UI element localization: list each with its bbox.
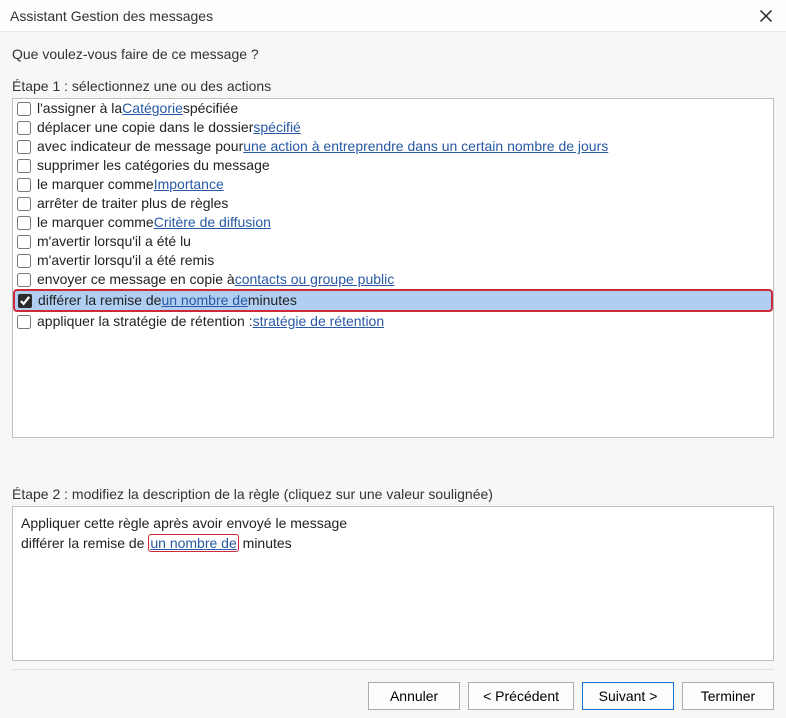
action-text-9-0: envoyer ce message en copie à — [37, 270, 235, 289]
step2-label: Étape 2 : modifiez la description de la … — [12, 486, 774, 502]
rule-description-box: Appliquer cette règle après avoir envoyé… — [12, 506, 774, 661]
action-text-1-0: déplacer une copie dans le dossier — [37, 118, 253, 137]
action-option-5[interactable]: arrêter de traiter plus de règles — [13, 194, 773, 213]
action-checkbox-6[interactable] — [17, 216, 31, 230]
action-checkbox-9[interactable] — [17, 273, 31, 287]
action-link-2-1[interactable]: une action à entreprendre dans un certai… — [243, 137, 608, 156]
action-text-8-0: m'avertir lorsqu'il a été remis — [37, 251, 214, 270]
prompt-question: Que voulez-vous faire de ce message ? — [12, 46, 774, 62]
action-text-0-2: spécifiée — [183, 99, 238, 118]
action-checkbox-7[interactable] — [17, 235, 31, 249]
action-text-3-0: supprimer les catégories du message — [37, 156, 270, 175]
dialog-body: Que voulez-vous faire de ce message ? Ét… — [0, 32, 786, 718]
action-checkbox-3[interactable] — [17, 159, 31, 173]
action-checkbox-1[interactable] — [17, 121, 31, 135]
close-icon — [759, 9, 773, 23]
action-checkbox-5[interactable] — [17, 197, 31, 211]
action-option-10[interactable]: différer la remise de un nombre de minut… — [13, 289, 773, 312]
action-checkbox-4[interactable] — [17, 178, 31, 192]
action-option-11[interactable]: appliquer la stratégie de rétention : st… — [13, 312, 773, 331]
action-link-11-1[interactable]: stratégie de rétention — [253, 312, 385, 331]
action-option-9[interactable]: envoyer ce message en copie à contacts o… — [13, 270, 773, 289]
action-checkbox-10[interactable] — [18, 294, 32, 308]
action-text-10-0: différer la remise de — [38, 291, 161, 310]
finish-button[interactable]: Terminer — [682, 682, 774, 710]
action-link-1-1[interactable]: spécifié — [253, 118, 300, 137]
action-option-2[interactable]: avec indicateur de message pour une acti… — [13, 137, 773, 156]
defer-minutes-link[interactable]: un nombre de — [148, 534, 238, 552]
action-text-5-0: arrêter de traiter plus de règles — [37, 194, 228, 213]
action-link-6-1[interactable]: Critère de diffusion — [154, 213, 271, 232]
action-checkbox-8[interactable] — [17, 254, 31, 268]
action-option-6[interactable]: le marquer comme Critère de diffusion — [13, 213, 773, 232]
action-text-4-0: le marquer comme — [37, 175, 154, 194]
action-checkbox-2[interactable] — [17, 140, 31, 154]
action-option-4[interactable]: le marquer comme Importance — [13, 175, 773, 194]
action-text-7-0: m'avertir lorsqu'il a été lu — [37, 232, 191, 251]
rule-description-line1: Appliquer cette règle après avoir envoyé… — [21, 513, 765, 533]
action-text-2-0: avec indicateur de message pour — [37, 137, 243, 156]
titlebar: Assistant Gestion des messages — [0, 0, 786, 32]
action-option-0[interactable]: l'assigner à la Catégorie spécifiée — [13, 99, 773, 118]
button-bar: Annuler < Précédent Suivant > Terminer — [12, 669, 774, 710]
action-text-6-0: le marquer comme — [37, 213, 154, 232]
action-option-1[interactable]: déplacer une copie dans le dossier spéci… — [13, 118, 773, 137]
action-link-10-1[interactable]: un nombre de — [161, 291, 247, 310]
action-text-11-0: appliquer la stratégie de rétention : — [37, 312, 253, 331]
desc-suffix: minutes — [239, 535, 292, 551]
window-title: Assistant Gestion des messages — [10, 8, 213, 24]
action-link-9-1[interactable]: contacts ou groupe public — [235, 270, 395, 289]
action-link-0-1[interactable]: Catégorie — [122, 99, 183, 118]
back-button[interactable]: < Précédent — [468, 682, 574, 710]
action-checkbox-0[interactable] — [17, 102, 31, 116]
next-button[interactable]: Suivant > — [582, 682, 674, 710]
action-text-10-2: minutes — [248, 291, 297, 310]
cancel-button[interactable]: Annuler — [368, 682, 460, 710]
close-button[interactable] — [754, 4, 778, 28]
action-option-3[interactable]: supprimer les catégories du message — [13, 156, 773, 175]
action-checkbox-11[interactable] — [17, 315, 31, 329]
actions-list[interactable]: l'assigner à la Catégorie spécifiéedépla… — [12, 98, 774, 438]
step1-label: Étape 1 : sélectionnez une ou des action… — [12, 78, 774, 94]
action-option-7[interactable]: m'avertir lorsqu'il a été lu — [13, 232, 773, 251]
desc-prefix: différer la remise de — [21, 535, 148, 551]
action-text-0-0: l'assigner à la — [37, 99, 122, 118]
action-option-8[interactable]: m'avertir lorsqu'il a été remis — [13, 251, 773, 270]
rule-description-line2: différer la remise de un nombre de minut… — [21, 533, 765, 553]
action-link-4-1[interactable]: Importance — [154, 175, 224, 194]
